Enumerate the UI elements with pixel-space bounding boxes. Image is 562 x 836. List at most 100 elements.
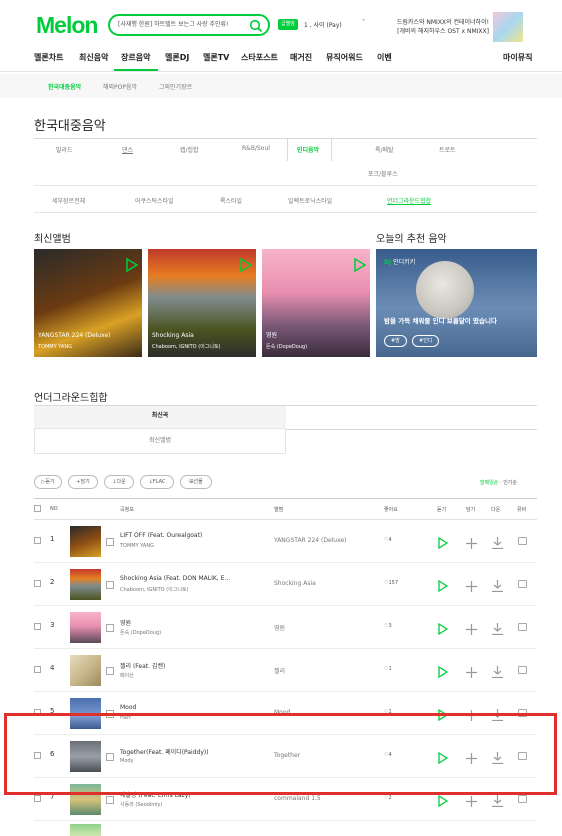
album-title[interactable]: 영원 (266, 330, 277, 339)
nav-item-melon-dj[interactable]: 멜론DJ (165, 52, 189, 63)
subnav-korean[interactable]: 한국대중음악 (48, 82, 81, 91)
song-artist[interactable]: Chaboom, IGNITO (이그니토) (120, 586, 189, 593)
recommend-card[interactable]: DJ 인디키키 밤을 가득 채워줄 인디 보름달이 떴습니다 #밤 #인디 (376, 249, 537, 357)
album-card[interactable]: 영원 돈숙 (DopeDoug) (262, 249, 370, 357)
plus-icon[interactable] (466, 534, 477, 553)
subgenre-electronic[interactable]: 일렉트로닉스타일 (288, 196, 332, 205)
nav-item-latest[interactable]: 최신음악 (79, 52, 108, 63)
subgenre-all[interactable]: 세부장르전체 (52, 196, 85, 205)
download-icon[interactable] (492, 663, 503, 682)
album-artist[interactable]: TOMMY YANG (38, 344, 72, 350)
download-icon[interactable] (492, 534, 503, 553)
play-icon[interactable] (438, 620, 449, 639)
chevron-down-icon[interactable]: ˅ (362, 19, 365, 26)
album-title[interactable]: YANGSTAR 224 (Deluxe) (38, 332, 111, 339)
row-checkbox[interactable] (34, 580, 41, 587)
song-title[interactable]: Mood (120, 704, 270, 711)
song-album[interactable]: YANGSTAR 224 (Deluxe) (274, 537, 347, 544)
song-info-icon[interactable] (106, 538, 114, 546)
like-button[interactable]: ♡157 (384, 580, 398, 586)
like-button[interactable]: ♡3 (384, 623, 392, 629)
nav-item-starpost[interactable]: 스타포스트 (241, 52, 278, 63)
row-checkbox[interactable] (34, 795, 41, 802)
listen-button[interactable]: ▷듣기 (34, 475, 62, 489)
song-info-icon[interactable] (106, 796, 114, 804)
plus-icon[interactable] (466, 577, 477, 596)
ticket-badge[interactable]: 급별양 (278, 19, 298, 30)
genre-tab-rock[interactable]: 록/메탈 (375, 145, 394, 154)
recommend-description[interactable]: 밤을 가득 채워줄 인디 보름달이 떴습니다 (384, 315, 497, 325)
tab-latest-albums[interactable]: 최신앨범 (34, 429, 286, 454)
genre-tab-dance[interactable]: 댄스 (122, 145, 133, 154)
genre-tab-indie[interactable]: 인디음악 (297, 145, 319, 154)
ad-text-line1[interactable]: 드림카스와 NMIXX의 컨테이너하이! (394, 18, 489, 27)
mv-icon[interactable] (518, 623, 527, 631)
tab-latest-songs[interactable]: 최신곡 (34, 406, 286, 429)
song-info-icon[interactable] (106, 581, 114, 589)
song-info-icon[interactable] (106, 667, 114, 675)
nav-item-genre[interactable]: 장르음악 (121, 52, 150, 63)
genre-tab-rnb[interactable]: R&B/Soul (242, 145, 270, 152)
album-thumbnail[interactable] (70, 569, 101, 600)
nav-item-melon-tv[interactable]: 멜론TV (203, 52, 229, 63)
album-title[interactable]: Shocking Asia (152, 332, 194, 339)
flac-button[interactable]: ↓FLAC (140, 475, 174, 489)
mv-icon[interactable] (518, 580, 527, 588)
like-button[interactable]: ♡1 (384, 666, 392, 672)
album-artist[interactable]: Chaboom, IGNITO (이그니토) (152, 343, 221, 350)
like-button[interactable]: ♡4 (384, 537, 392, 543)
plus-icon[interactable] (466, 620, 477, 639)
row-checkbox[interactable] (34, 537, 41, 544)
download-icon[interactable] (492, 620, 503, 639)
gift-button[interactable]: ⊞선물 (180, 475, 212, 489)
download-button[interactable]: ↓다운 (104, 475, 134, 489)
subgenre-rock[interactable]: 록스타일 (220, 196, 242, 205)
like-button[interactable]: ♡2 (384, 795, 392, 801)
sort-by-popularity[interactable]: 인기순 (503, 480, 517, 486)
song-artist[interactable]: TOMMY YANG (120, 543, 154, 549)
album-thumbnail[interactable] (70, 612, 101, 643)
nav-item-my-music[interactable]: 마이뮤직 (503, 52, 532, 63)
song-album[interactable]: Shocking Asia (274, 580, 316, 587)
song-album[interactable]: commaland 1.5 (274, 795, 321, 802)
ad-text-line2[interactable]: [개비의 해지하우스 OST x NMIXX] (394, 27, 489, 36)
row-checkbox[interactable] (34, 623, 41, 630)
subnav-pop[interactable]: 해외POP음악 (103, 82, 137, 91)
genre-tab-trot[interactable]: 트로트 (439, 145, 456, 154)
play-icon[interactable] (438, 577, 449, 596)
search-icon[interactable] (249, 18, 263, 37)
song-album[interactable]: 젤리 (274, 666, 285, 675)
genre-tab-hiphop[interactable]: 랩/힙합 (180, 145, 199, 154)
user-name[interactable]: 1 , 사이 (Pay) (304, 20, 342, 29)
song-album[interactable]: 영원 (274, 623, 285, 632)
recommend-tag[interactable]: #밤 (384, 335, 407, 347)
album-artist[interactable]: 돈숙 (DopeDoug) (266, 343, 307, 350)
play-icon[interactable] (438, 534, 449, 553)
album-card[interactable]: YANGSTAR 224 (Deluxe) TOMMY YANG (34, 249, 142, 357)
song-artist[interactable]: 돈숙 (DopeDoug) (120, 629, 161, 636)
nav-item-magazine[interactable]: 매거진 (290, 52, 312, 63)
add-button[interactable]: +담기 (68, 475, 98, 489)
subgenre-acoustic[interactable]: 어쿠스틱스타일 (135, 196, 174, 205)
nav-item-event[interactable]: 이벤 (377, 52, 392, 63)
mv-icon[interactable] (518, 795, 527, 803)
album-thumbnail[interactable] (70, 655, 101, 686)
dj-name[interactable]: 인디키키 (393, 259, 415, 266)
genre-tab-folk[interactable]: 포크/블루스 (368, 169, 398, 178)
genre-tab-ballad[interactable]: 발라드 (56, 145, 73, 154)
row-checkbox[interactable] (34, 666, 41, 673)
play-icon[interactable] (240, 257, 253, 276)
search-box[interactable]: [사재행 한원] 하트텔트 보는그 사랑 추인류! (108, 14, 270, 36)
ad-image[interactable] (493, 12, 523, 42)
play-icon[interactable] (438, 663, 449, 682)
song-title[interactable]: 젤리 (Feat. 김켄) (120, 661, 270, 670)
song-title[interactable]: Shocking Asia (Feat. DON MALIK, E... (120, 575, 270, 582)
play-icon[interactable] (354, 257, 367, 276)
nav-item-melon-chart[interactable]: 멜론차트 (34, 52, 63, 63)
album-thumbnail[interactable] (70, 526, 101, 557)
song-artist[interactable]: 메이산 (120, 672, 134, 679)
song-info-icon[interactable] (106, 624, 114, 632)
mv-icon[interactable] (518, 666, 527, 674)
download-icon[interactable] (492, 577, 503, 596)
subgenre-underground-hiphop[interactable]: 언더그라운드힙합 (387, 196, 431, 205)
